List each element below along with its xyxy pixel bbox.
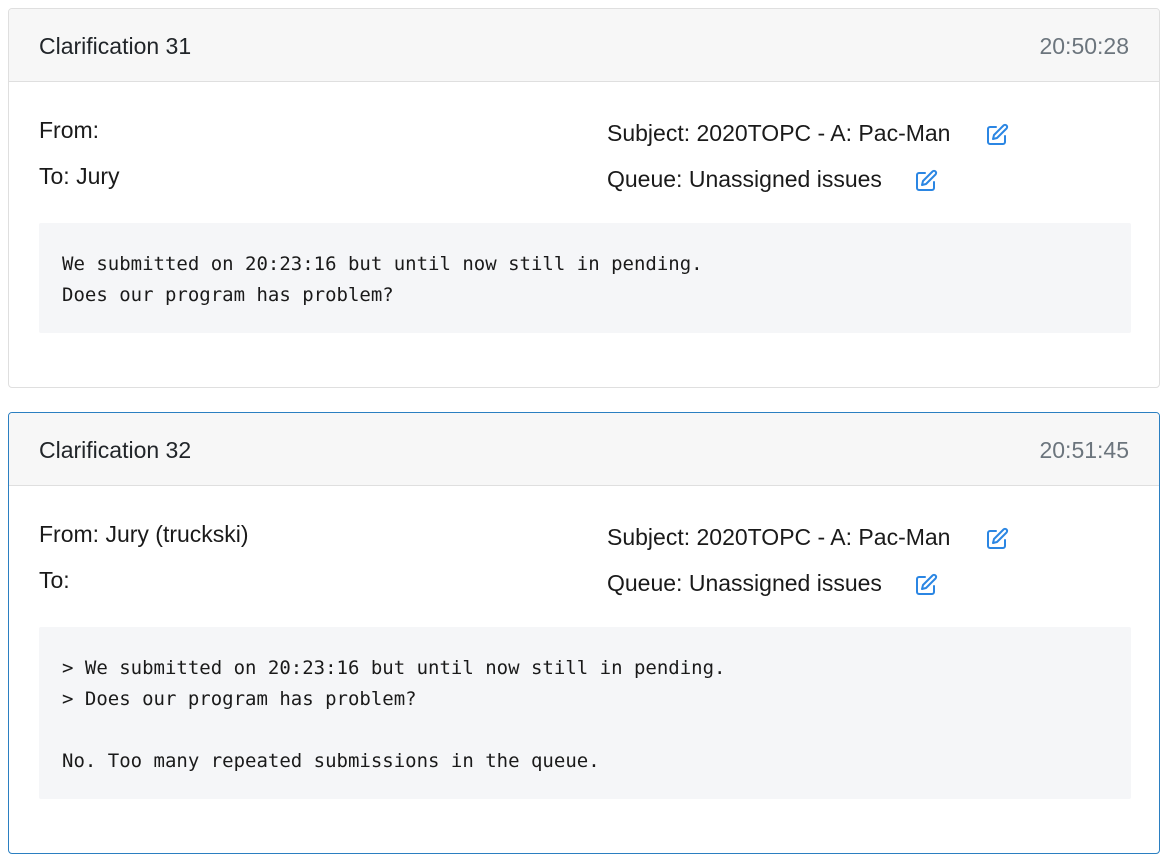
clarification-card: Clarification 31 20:50:28 From: To: Jury… — [8, 8, 1160, 388]
queue-value: Unassigned issues — [688, 166, 882, 192]
queue-field: Queue: Unassigned issues — [607, 570, 882, 597]
edit-subject-icon[interactable] — [985, 123, 1009, 147]
clarification-message: > We submitted on 20:23:16 but until now… — [39, 627, 1131, 799]
clarification-title: Clarification 31 — [39, 33, 192, 59]
queue-label: Queue: — [607, 166, 683, 192]
edit-subject-icon[interactable] — [985, 527, 1009, 551]
to-value: Jury — [76, 163, 120, 189]
clarification-time: 20:51:45 — [1039, 437, 1129, 463]
to-field: To: Jury — [39, 163, 120, 190]
to-label: To: — [39, 567, 70, 593]
from-field: From: — [39, 117, 99, 144]
clarification-title: Clarification 32 — [39, 437, 192, 463]
edit-queue-icon[interactable] — [914, 573, 938, 597]
clarification-message: We submitted on 20:23:16 but until now s… — [39, 223, 1131, 333]
clarification-header: Clarification 32 20:51:45 — [9, 413, 1159, 486]
from-label: From: — [39, 117, 100, 143]
subject-value: 2020TOPC - A: Pac-Man — [696, 524, 951, 550]
queue-value: Unassigned issues — [688, 570, 882, 596]
subject-label: Subject: — [607, 120, 691, 146]
queue-field: Queue: Unassigned issues — [607, 166, 882, 193]
from-label: From: — [39, 521, 100, 547]
subject-label: Subject: — [607, 524, 691, 550]
queue-label: Queue: — [607, 570, 683, 596]
clarification-time: 20:50:28 — [1039, 33, 1129, 59]
subject-field: Subject: 2020TOPC - A: Pac-Man — [607, 524, 950, 551]
to-field: To: — [39, 567, 70, 594]
from-value: Jury (truckski) — [105, 521, 249, 547]
from-field: From: Jury (truckski) — [39, 521, 249, 548]
clarification-header: Clarification 31 20:50:28 — [9, 9, 1159, 82]
subject-value: 2020TOPC - A: Pac-Man — [696, 120, 951, 146]
edit-queue-icon[interactable] — [914, 169, 938, 193]
to-label: To: — [39, 163, 70, 189]
clarification-card: Clarification 32 20:51:45 From: Jury (tr… — [8, 412, 1160, 854]
subject-field: Subject: 2020TOPC - A: Pac-Man — [607, 120, 950, 147]
